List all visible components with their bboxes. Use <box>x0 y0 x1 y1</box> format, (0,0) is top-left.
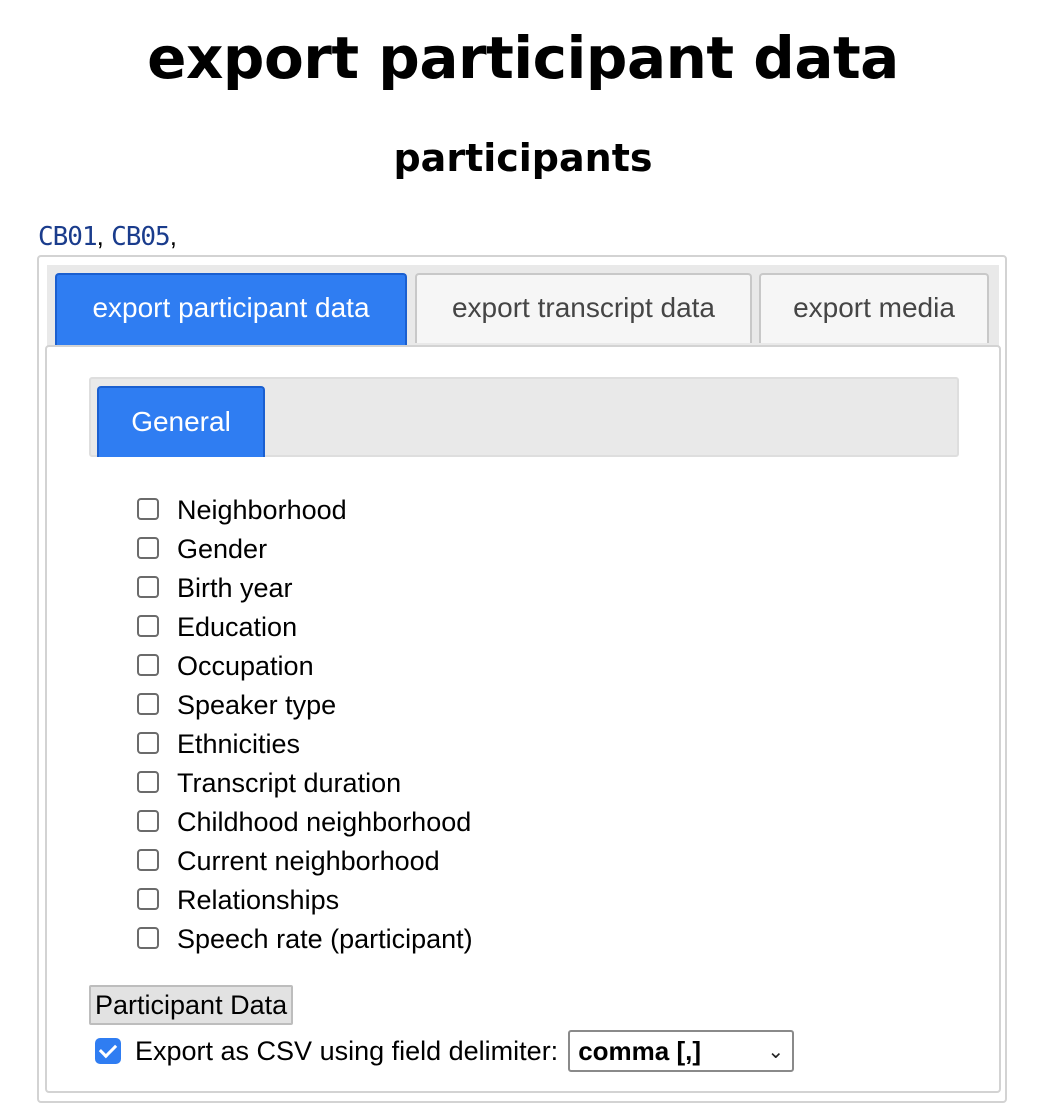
attribute-label: Education <box>177 612 298 642</box>
page-subtitle: participants <box>393 136 653 180</box>
attribute-label: Current neighborhood <box>177 846 440 876</box>
attribute-checkbox[interactable] <box>137 926 159 949</box>
tab-export-media[interactable]: export media <box>759 273 989 343</box>
chevron-down-icon: ⌄ <box>767 1040 785 1063</box>
attribute-checkbox[interactable] <box>137 887 159 910</box>
participant-trailing-comma: , <box>169 221 177 251</box>
attribute-item[interactable]: Birth year <box>137 567 473 606</box>
attribute-label: Speaker type <box>177 690 337 720</box>
attribute-label: Birth year <box>177 573 293 603</box>
participant-data-button[interactable]: Participant Data <box>89 985 294 1025</box>
participant-list: CB01, CB05, <box>38 218 177 255</box>
export-tabs-panel: export participant data export transcrip… <box>37 255 1007 1103</box>
attribute-checkbox[interactable] <box>137 653 159 676</box>
tab-general[interactable]: General <box>97 386 265 457</box>
export-tab-strip: export participant data export transcrip… <box>47 265 999 349</box>
tab-export-transcript-data[interactable]: export transcript data <box>415 273 752 343</box>
attribute-item[interactable]: Speaker type <box>137 684 473 723</box>
attribute-checkbox[interactable] <box>137 497 159 520</box>
attribute-label: Gender <box>177 534 268 564</box>
attribute-label: Ethnicities <box>177 729 301 759</box>
attribute-checkbox[interactable] <box>137 692 159 715</box>
attribute-label: Speech rate (participant) <box>177 924 473 954</box>
attribute-item[interactable]: Childhood neighborhood <box>137 801 473 840</box>
attribute-item[interactable]: Occupation <box>137 645 473 684</box>
attribute-item[interactable]: Gender <box>137 528 473 567</box>
attribute-label: Neighborhood <box>177 495 347 525</box>
attribute-item[interactable]: Education <box>137 606 473 645</box>
attribute-label: Relationships <box>177 885 340 915</box>
participant-link[interactable]: CB05 <box>111 222 171 252</box>
attribute-checkbox[interactable] <box>137 614 159 637</box>
page: export participant data participants CB0… <box>0 0 1046 1108</box>
attribute-label: Transcript duration <box>177 768 402 798</box>
attribute-label: Childhood neighborhood <box>177 807 472 837</box>
attribute-item[interactable]: Current neighborhood <box>137 840 473 879</box>
participant-separator: , <box>96 221 112 251</box>
attribute-checkbox[interactable] <box>137 848 159 871</box>
attribute-list: Neighborhood Gender Birth year Education… <box>137 489 473 957</box>
attribute-checkbox[interactable] <box>137 536 159 559</box>
attribute-checkbox[interactable] <box>137 809 159 832</box>
attribute-category-tab-strip: General <box>89 377 959 457</box>
attribute-item[interactable]: Speech rate (participant) <box>137 918 473 957</box>
attribute-item[interactable]: Relationships <box>137 879 473 918</box>
attribute-item[interactable]: Ethnicities <box>137 723 473 762</box>
attribute-label: Occupation <box>177 651 314 681</box>
participant-link[interactable]: CB01 <box>38 222 98 252</box>
attribute-checkbox[interactable] <box>137 770 159 793</box>
attribute-item[interactable]: Neighborhood <box>137 489 473 528</box>
page-title: export participant data <box>147 24 899 92</box>
tab-export-participant-data[interactable]: export participant data <box>55 273 407 345</box>
csv-label: Export as CSV using field delimiter: <box>135 1035 559 1066</box>
participant-data-panel: General Neighborhood Gender Birth year E… <box>45 345 1001 1093</box>
csv-export-row: Export as CSV using field delimiter: com… <box>95 1029 795 1073</box>
delimiter-select[interactable]: comma [,] ⌄ <box>568 1030 795 1072</box>
export-csv-checkbox[interactable] <box>95 1038 121 1064</box>
attribute-checkbox[interactable] <box>137 731 159 754</box>
delimiter-selected-value: comma [,] <box>578 1035 701 1066</box>
attribute-item[interactable]: Transcript duration <box>137 762 473 801</box>
attribute-checkbox[interactable] <box>137 575 159 598</box>
